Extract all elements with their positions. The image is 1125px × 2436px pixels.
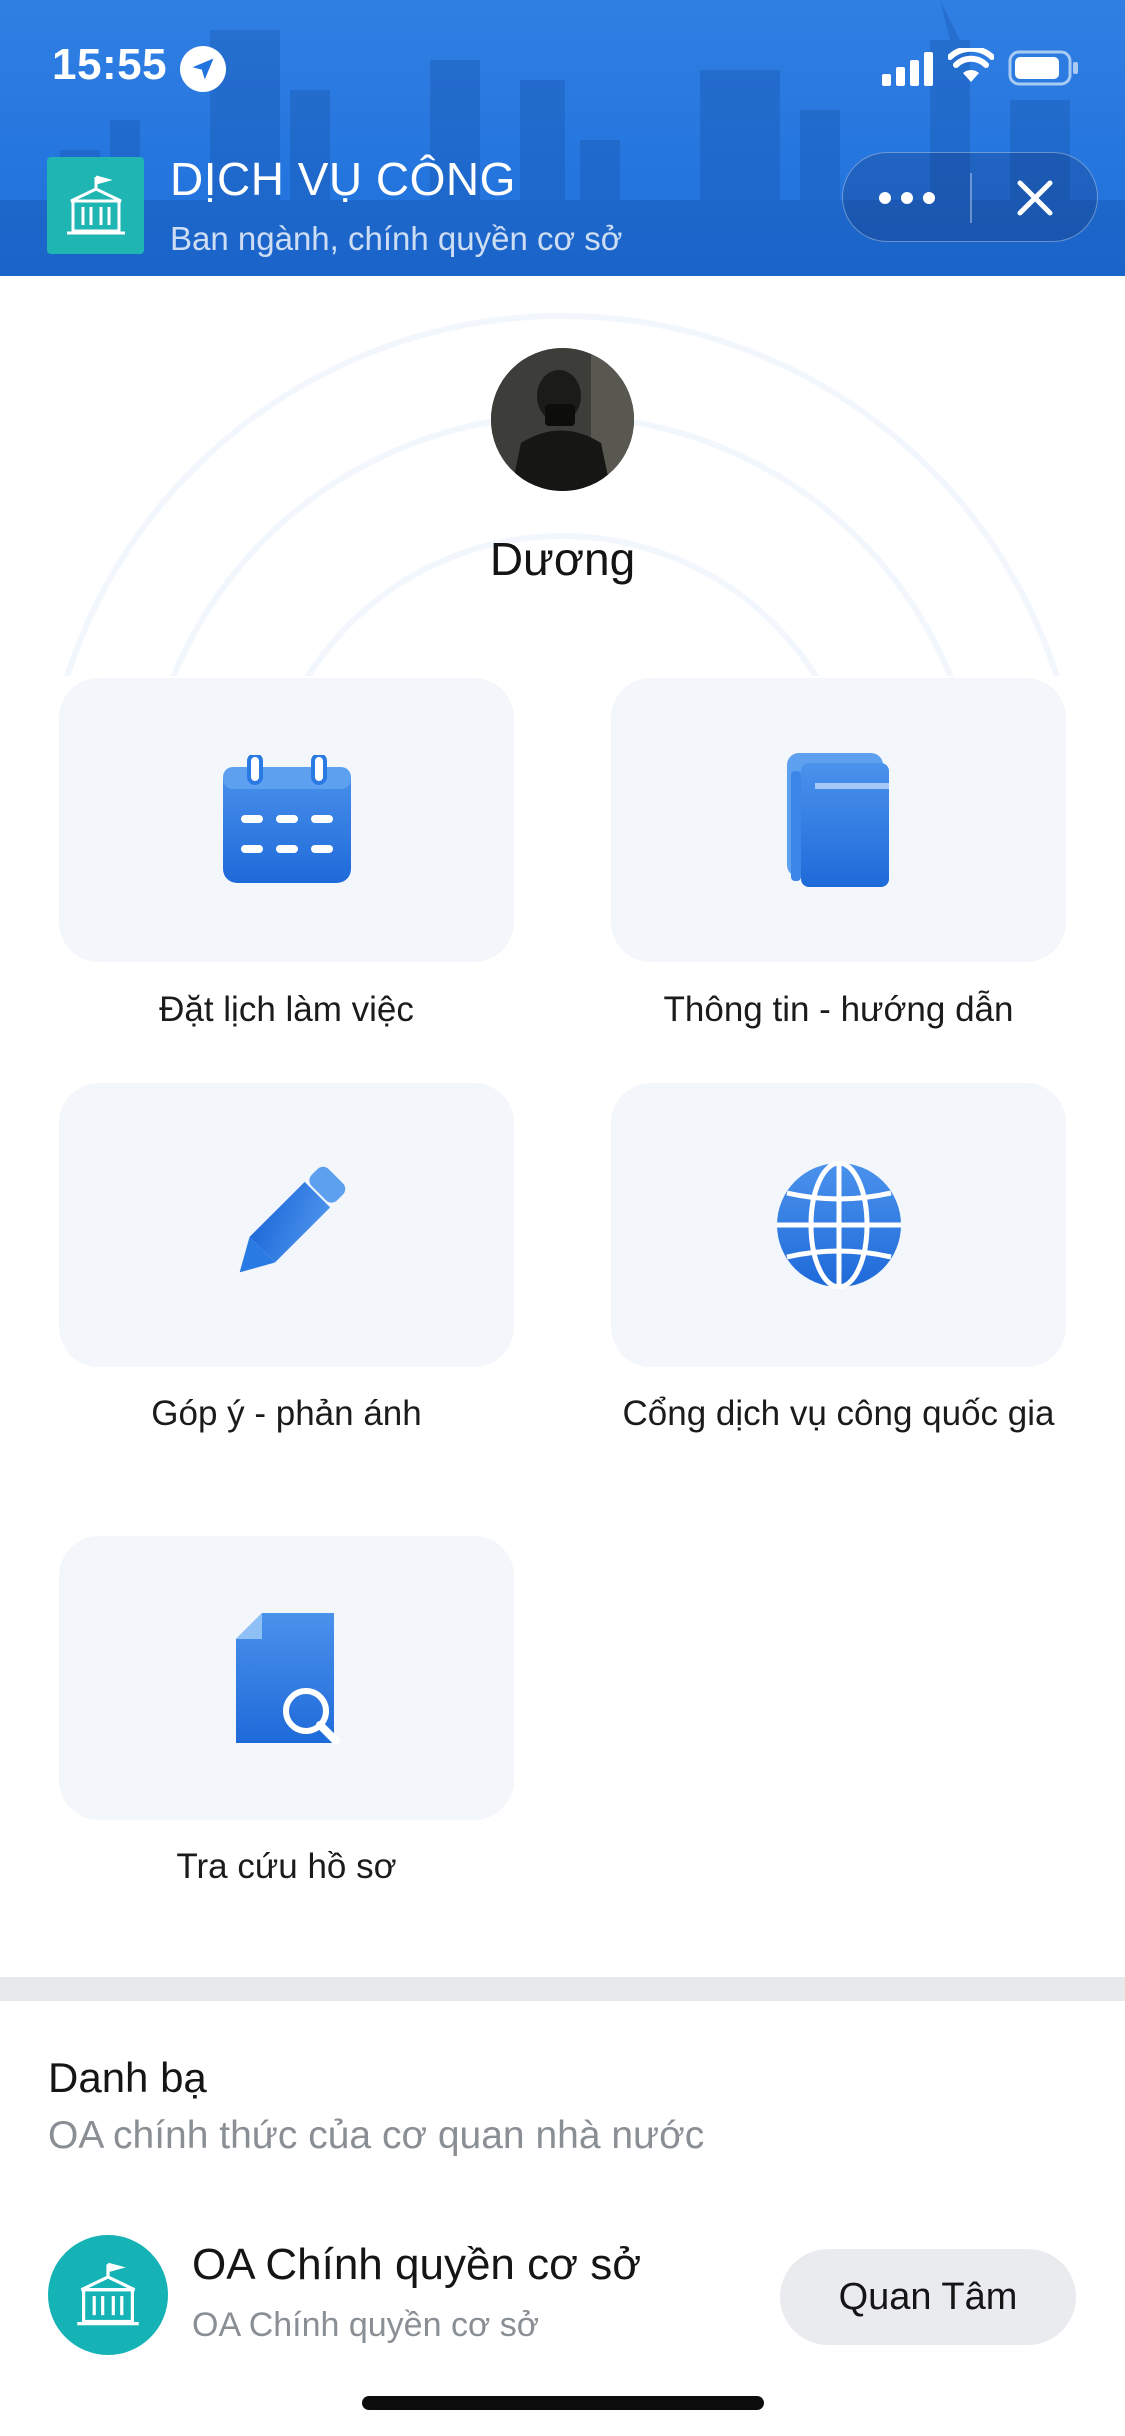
avatar[interactable]: [491, 348, 634, 491]
calendar-icon: [222, 755, 351, 883]
oa-name[interactable]: OA Chính quyền cơ sở: [192, 2240, 641, 2290]
contacts-subtitle: OA chính thức của cơ quan nhà nước: [48, 2114, 705, 2157]
header-title: DỊCH VỤ CÔNG: [170, 153, 516, 205]
status-time: 15:55: [52, 40, 168, 89]
service-tile-info[interactable]: [611, 678, 1066, 962]
service-tile-national-portal[interactable]: [611, 1083, 1066, 1367]
follow-button[interactable]: Quan Tâm: [780, 2249, 1076, 2345]
oa-avatar[interactable]: [48, 2235, 168, 2355]
service-tile-feedback[interactable]: [59, 1083, 514, 1367]
contacts-title: Danh bạ: [48, 2054, 207, 2101]
close-button[interactable]: [971, 153, 1099, 243]
globe-icon: [776, 1161, 901, 1289]
service-label-booking: Đặt lịch làm việc: [159, 990, 414, 1029]
section-divider: [0, 1977, 1125, 2001]
government-building-icon: [47, 157, 144, 254]
service-label-lookup: Tra cứu hồ sơ: [176, 1847, 397, 1886]
header-subtitle: Ban ngành, chính quyền cơ sở: [170, 220, 623, 257]
wifi-icon: [948, 48, 994, 82]
service-label-national-portal: Cổng dịch vụ công quốc gia: [622, 1394, 1055, 1433]
service-tile-lookup[interactable]: [59, 1536, 514, 1820]
pencil-icon: [239, 1166, 345, 1273]
home-indicator[interactable]: [362, 2396, 764, 2410]
profile-name: Dương: [489, 533, 636, 585]
more-dots-icon: [879, 192, 935, 204]
document-search-icon: [235, 1613, 340, 1745]
close-icon: [1017, 180, 1053, 216]
more-button[interactable]: [843, 153, 971, 243]
service-tile-booking[interactable]: [59, 678, 514, 962]
government-building-icon: [77, 2262, 139, 2326]
battery-icon: [1008, 50, 1078, 86]
mini-app-capsule: [842, 152, 1098, 242]
service-label-feedback: Góp ý - phản ánh: [151, 1394, 422, 1433]
location-arrow-icon: [180, 46, 226, 92]
service-label-info: Thông tin - hướng dẫn: [663, 990, 1014, 1029]
status-bar: 15:55: [0, 0, 1125, 140]
oa-subtitle: OA Chính quyền cơ sở: [192, 2306, 539, 2344]
app-header: 15:55 DỊCH VỤ CÔNG Ban ngành, chính quyề…: [0, 0, 1125, 276]
signal-icon: [882, 52, 933, 86]
book-icon: [786, 753, 889, 887]
